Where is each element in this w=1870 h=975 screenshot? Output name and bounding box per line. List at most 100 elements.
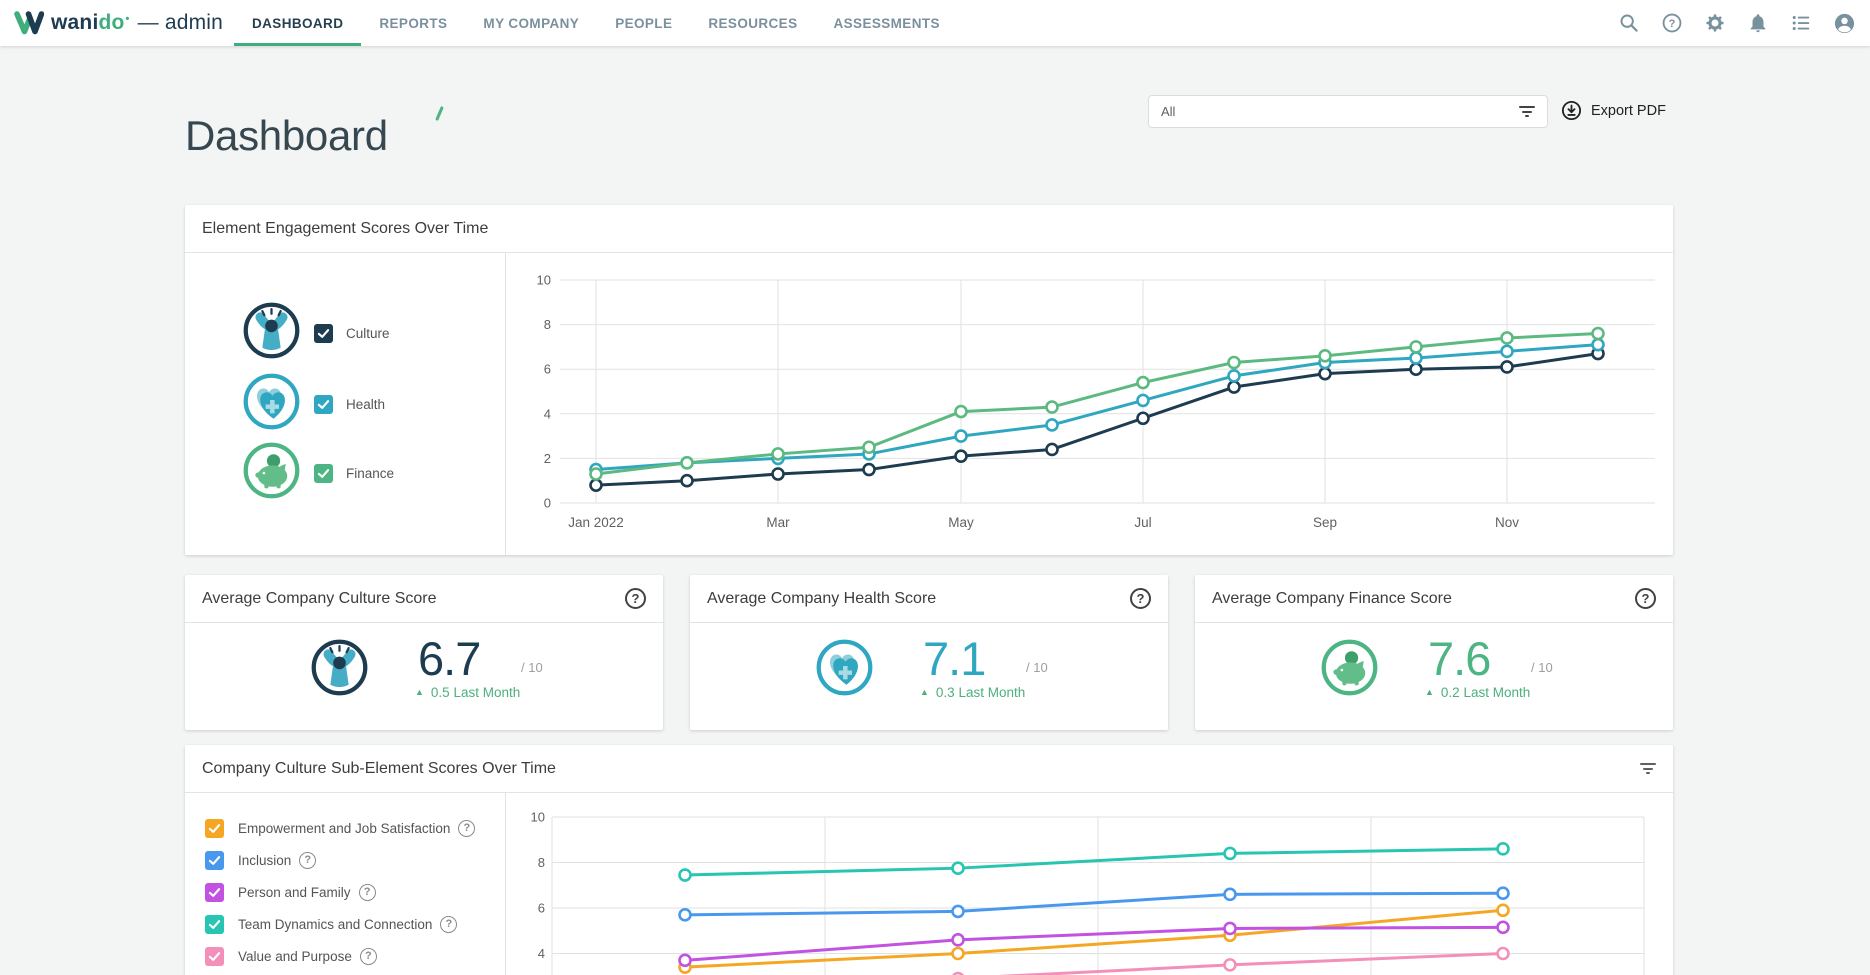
- culture-score-title: Average Company Culture Score: [202, 590, 437, 608]
- nav-item-resources[interactable]: RESOURCES: [690, 0, 815, 46]
- help-icon[interactable]: ?: [1659, 10, 1685, 36]
- wanido-logo[interactable]: wanido• — admin: [14, 10, 226, 37]
- filter-selected-value: All: [1161, 104, 1175, 119]
- notifications-bell-icon[interactable]: [1745, 10, 1771, 36]
- settings-gear-icon[interactable]: [1702, 10, 1728, 36]
- subelement-card-header: Company Culture Sub-Element Scores Over …: [185, 745, 1673, 793]
- svg-text:Jul: Jul: [1134, 515, 1151, 530]
- wordmark: wanido• — admin: [51, 11, 223, 35]
- inclusion-checkbox[interactable]: [205, 851, 224, 870]
- health-score-value: 7.1: [923, 631, 985, 686]
- export-pdf-button[interactable]: Export PDF: [1560, 99, 1666, 122]
- inclusion-legend-label: Inclusion: [238, 853, 291, 868]
- culture-score-header: Average Company Culture Score ?: [185, 575, 663, 623]
- culture-score-value: 6.7: [418, 631, 480, 686]
- finance-score-denominator: / 10: [1531, 660, 1553, 675]
- svg-text:8: 8: [544, 317, 551, 332]
- finance-score-card: Average Company Finance Score ? 7.6 / 10…: [1195, 575, 1673, 730]
- team-dynamics-legend-label: Team Dynamics and Connection: [238, 917, 432, 932]
- legend-item-culture[interactable]: Culture: [185, 301, 505, 365]
- wordmark-secondary: do: [98, 11, 124, 35]
- svg-text:Sep: Sep: [1313, 515, 1337, 530]
- legend-item-inclusion[interactable]: Inclusion ?: [205, 846, 316, 874]
- person-family-help-icon[interactable]: ?: [359, 884, 376, 901]
- legend-item-person-family[interactable]: Person and Family ?: [205, 878, 376, 906]
- value-purpose-checkbox[interactable]: [205, 947, 224, 966]
- legend-item-value-purpose[interactable]: Value and Purpose ?: [205, 942, 377, 970]
- finance-help-icon[interactable]: ?: [1635, 588, 1656, 609]
- wordmark-suffix: — admin: [138, 11, 223, 35]
- up-triangle-icon: ▲: [415, 688, 424, 697]
- health-checkbox[interactable]: [314, 395, 333, 414]
- svg-text:6: 6: [544, 362, 551, 377]
- dashboard-filter-select[interactable]: All: [1148, 95, 1548, 128]
- svg-text:4: 4: [544, 406, 551, 421]
- dashboard-screen: wanido• — admin DASHBOARD REPORTS MY COM…: [0, 0, 1870, 975]
- culture-person-icon: [243, 302, 300, 364]
- nav-item-assessments[interactable]: ASSESSMENTS: [815, 0, 957, 46]
- list-icon[interactable]: [1788, 10, 1814, 36]
- health-score-card: Average Company Health Score ? 7.1 / 10 …: [690, 575, 1168, 730]
- svg-text:2: 2: [544, 451, 551, 466]
- finance-checkbox[interactable]: [314, 464, 333, 483]
- export-pdf-label: Export PDF: [1591, 103, 1666, 119]
- legend-item-empowerment[interactable]: Empowerment and Job Satisfaction ?: [205, 814, 475, 842]
- empowerment-legend-label: Empowerment and Job Satisfaction: [238, 821, 450, 836]
- top-app-bar: wanido• — admin DASHBOARD REPORTS MY COM…: [0, 0, 1870, 46]
- wordmark-primary: wani: [51, 11, 98, 35]
- engagement-card-header: Element Engagement Scores Over Time: [185, 205, 1673, 253]
- filter-list-icon: [1519, 106, 1535, 117]
- account-icon[interactable]: [1831, 10, 1857, 36]
- subelement-filter-icon[interactable]: [1640, 763, 1656, 774]
- finance-score-delta: ▲ 0.2 Last Month: [1425, 685, 1530, 700]
- culture-legend-label: Culture: [346, 326, 390, 341]
- svg-text:May: May: [948, 515, 974, 530]
- subelement-scores-card: Company Culture Sub-Element Scores Over …: [185, 745, 1673, 975]
- svg-text:10: 10: [531, 810, 545, 825]
- wanido-w-icon: [14, 10, 44, 37]
- subelement-card-title: Company Culture Sub-Element Scores Over …: [202, 760, 556, 778]
- svg-text:4: 4: [538, 946, 545, 961]
- finance-score-value: 7.6: [1428, 631, 1490, 686]
- culture-score-delta: ▲ 0.5 Last Month: [415, 685, 520, 700]
- engagement-card-title: Element Engagement Scores Over Time: [202, 220, 488, 238]
- search-icon[interactable]: [1616, 10, 1642, 36]
- legend-item-health[interactable]: Health: [185, 372, 505, 436]
- svg-text:Mar: Mar: [766, 515, 790, 530]
- health-heart-icon: [243, 373, 300, 435]
- svg-text:Jan 2022: Jan 2022: [568, 515, 624, 530]
- svg-text:?: ?: [1669, 18, 1676, 30]
- up-triangle-icon: ▲: [920, 688, 929, 697]
- person-family-checkbox[interactable]: [205, 883, 224, 902]
- health-score-denominator: / 10: [1026, 660, 1048, 675]
- inclusion-help-icon[interactable]: ?: [299, 852, 316, 869]
- page-title: Dashboard: [185, 112, 388, 160]
- value-purpose-help-icon[interactable]: ?: [360, 948, 377, 965]
- health-heart-icon: [816, 639, 873, 701]
- toolbar-icons: ?: [1616, 10, 1870, 36]
- svg-text:8: 8: [538, 855, 545, 870]
- nav-item-reports[interactable]: REPORTS: [361, 0, 465, 46]
- team-dynamics-help-icon[interactable]: ?: [440, 916, 457, 933]
- legend-item-finance[interactable]: Finance: [185, 441, 505, 505]
- nav-item-dashboard[interactable]: DASHBOARD: [234, 0, 361, 46]
- title-accent-mark: [435, 106, 444, 121]
- svg-text:Nov: Nov: [1495, 515, 1519, 530]
- team-dynamics-checkbox[interactable]: [205, 915, 224, 934]
- empowerment-help-icon[interactable]: ?: [458, 820, 475, 837]
- health-score-title: Average Company Health Score: [707, 590, 936, 608]
- legend-item-team-dynamics[interactable]: Team Dynamics and Connection ?: [205, 910, 457, 938]
- culture-help-icon[interactable]: ?: [625, 588, 646, 609]
- health-help-icon[interactable]: ?: [1130, 588, 1151, 609]
- subelement-line-chart: 0246810: [505, 793, 1673, 975]
- engagement-scores-card: Element Engagement Scores Over Time Cult…: [185, 205, 1673, 555]
- value-purpose-legend-label: Value and Purpose: [238, 949, 352, 964]
- empowerment-checkbox[interactable]: [205, 819, 224, 838]
- culture-score-card: Average Company Culture Score ? 6.7 / 10…: [185, 575, 663, 730]
- health-legend-label: Health: [346, 397, 385, 412]
- culture-checkbox[interactable]: [314, 324, 333, 343]
- nav-item-people[interactable]: PEOPLE: [597, 0, 690, 46]
- nav-item-my-company[interactable]: MY COMPANY: [465, 0, 597, 46]
- svg-text:0: 0: [544, 496, 551, 511]
- engagement-line-chart: 0246810Jan 2022MarMayJulSepNov: [505, 253, 1673, 555]
